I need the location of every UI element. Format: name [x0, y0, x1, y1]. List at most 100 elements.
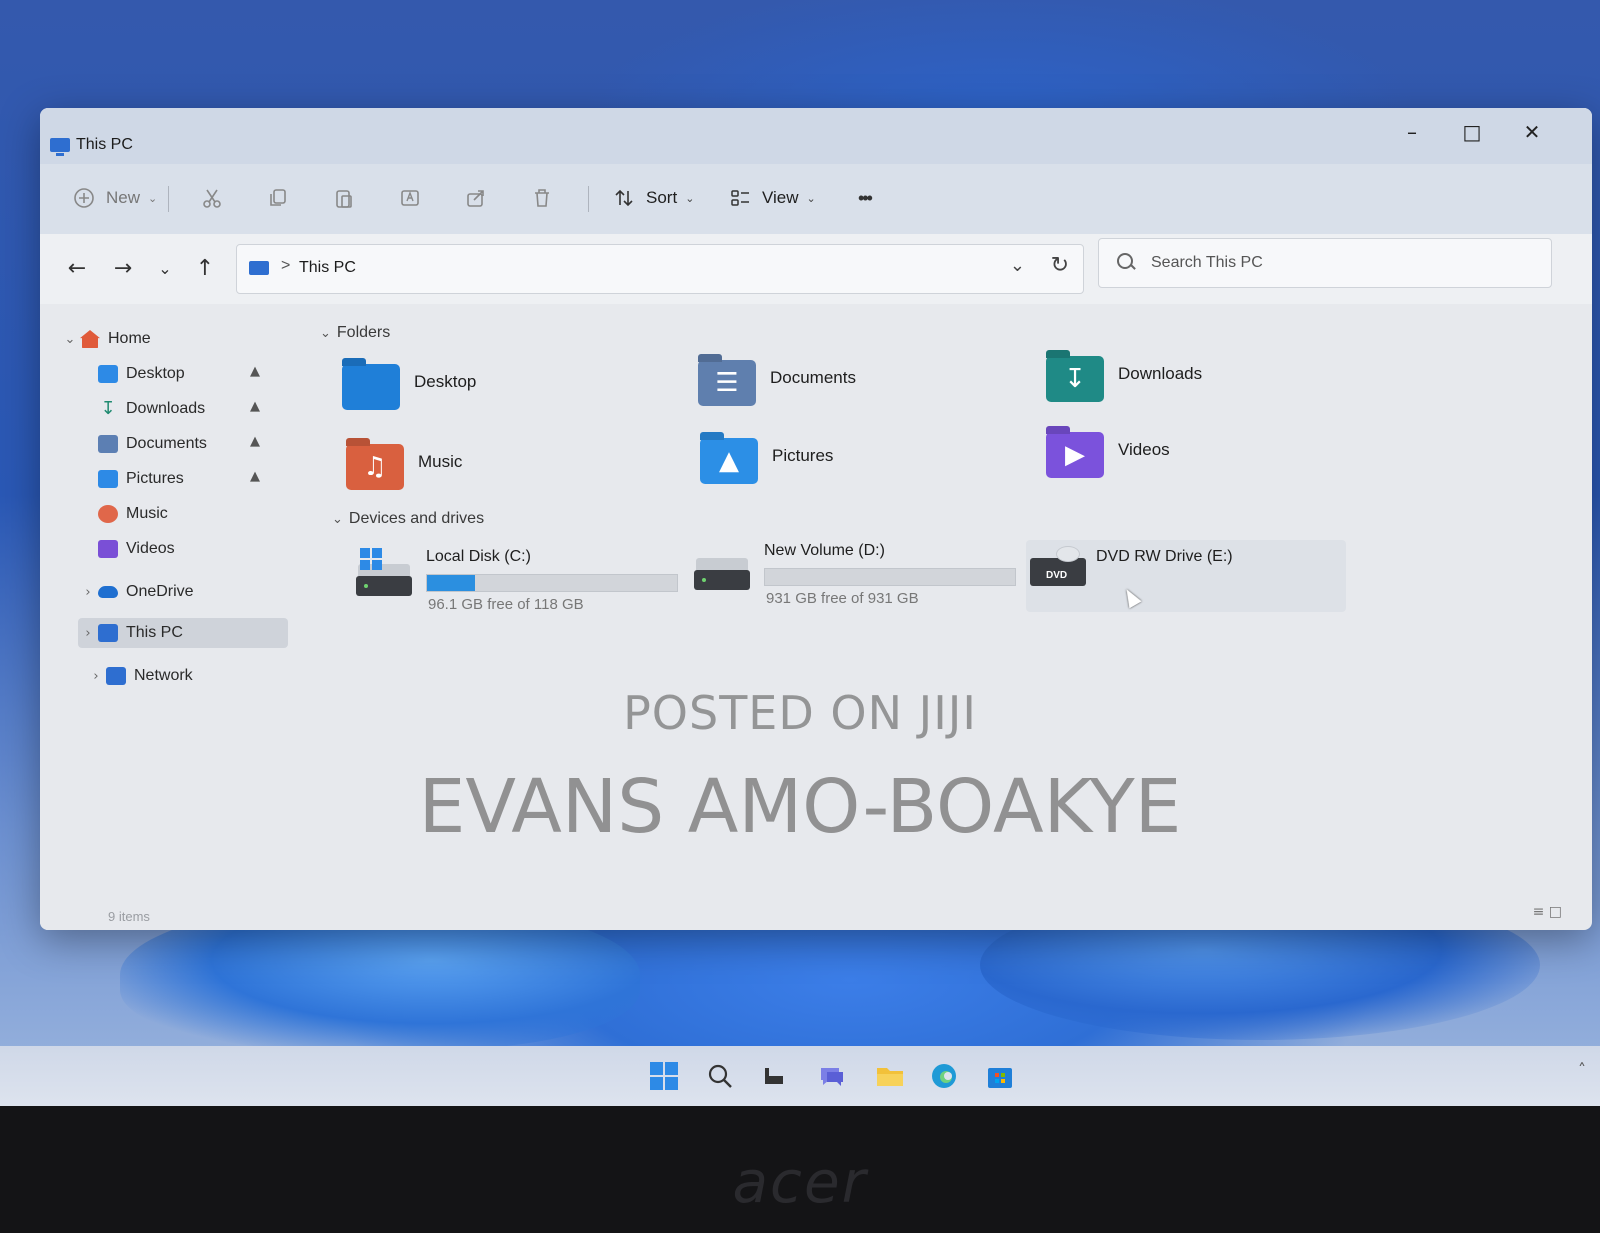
documents-folder-icon: ☰ [698, 360, 756, 406]
store-icon[interactable] [984, 1060, 1016, 1092]
system-tray-chevron-icon[interactable]: ˄ [1578, 1060, 1586, 1079]
folder-label: Documents [770, 368, 856, 387]
window-title: This PC [76, 136, 133, 153]
share-button[interactable] [462, 180, 490, 216]
folder-downloads[interactable]: ↧ Downloads [1046, 356, 1346, 418]
folder-documents[interactable]: ☰ Documents [698, 360, 998, 422]
address-dropdown-button[interactable]: ⌄ [1010, 255, 1025, 276]
sidebar-item-videos[interactable]: Videos [78, 534, 175, 564]
search-box[interactable] [1098, 238, 1552, 288]
music-folder-icon: ♫ [346, 444, 404, 490]
view-button[interactable]: View ⌄ [726, 180, 816, 216]
folder-music[interactable]: ♫ Music [346, 444, 646, 506]
folder-label: Music [418, 452, 463, 471]
navigation-bar: ← → ⌄ ↑ > This PC ⌄ ↻ [40, 234, 1592, 304]
sort-button[interactable]: Sort ⌄ [610, 180, 694, 216]
chevron-down-icon: ⌄ [806, 191, 816, 205]
start-icon[interactable] [648, 1060, 680, 1092]
back-button[interactable]: ← [62, 254, 92, 284]
sidebar-item-label: Music [126, 505, 168, 522]
downloads-folder-icon: ↧ [1046, 356, 1104, 402]
sidebar-item-documents[interactable]: Documents [78, 429, 207, 459]
chat-icon[interactable] [816, 1060, 848, 1092]
cut-button[interactable] [198, 180, 226, 216]
taskbar: ˄ [0, 1046, 1600, 1106]
sidebar-item-desktop[interactable]: Desktop [78, 359, 185, 389]
task-view-icon[interactable] [758, 1060, 790, 1092]
breadcrumb-this-pc[interactable]: This PC [299, 259, 356, 277]
sidebar-item-label: OneDrive [126, 583, 194, 600]
up-button[interactable]: ↑ [190, 254, 220, 284]
sidebar-item-label: Downloads [126, 400, 206, 417]
new-button[interactable]: New ⌄ [70, 180, 157, 216]
file-explorer-icon[interactable] [874, 1060, 906, 1092]
status-item-count: 9 items [108, 909, 150, 924]
view-toggle-buttons[interactable]: ≡ □ [1533, 904, 1562, 920]
maximize-button[interactable]: □ [1452, 116, 1492, 148]
folder-label: Pictures [772, 446, 834, 465]
chevron-down-icon: ⌄ [320, 326, 331, 341]
search-icon [1117, 253, 1133, 269]
pin-icon: ▲ [250, 469, 260, 484]
drive-usage-bar [764, 568, 1016, 586]
onedrive-icon [98, 586, 118, 598]
pictures-folder-icon: ▲ [700, 438, 758, 484]
folders-heading: Folders [336, 324, 391, 341]
chevron-down-icon: ⌄ [685, 191, 695, 205]
sort-label: Sort [646, 188, 678, 207]
more-options-button[interactable]: ••• [858, 180, 873, 216]
drive-label: Local Disk (C:) [426, 548, 531, 565]
sidebar-item-music[interactable]: Music [78, 499, 168, 529]
home-icon [80, 330, 100, 348]
drive-local-disk-c[interactable]: Local Disk (C:) 96.1 GB free of 118 GB [356, 548, 686, 618]
paste-icon [330, 184, 358, 212]
title-bar[interactable]: This PC – □ ✕ [40, 108, 1592, 164]
pin-icon: ▲ [250, 364, 260, 379]
recent-locations-button[interactable]: ⌄ [150, 254, 180, 284]
sidebar-item-home[interactable]: ⌄ Home [60, 324, 151, 354]
sidebar-item-onedrive[interactable]: › OneDrive [78, 577, 194, 607]
chevron-down-icon: ⌄ [332, 512, 343, 527]
chevron-right-icon: › [93, 668, 99, 684]
sidebar-item-downloads[interactable]: ↧ Downloads [78, 394, 205, 424]
rename-button[interactable] [396, 180, 424, 216]
sidebar-item-this-pc[interactable]: › This PC [78, 618, 288, 648]
sidebar-item-label: Videos [126, 540, 175, 557]
separator [588, 186, 589, 212]
separator [168, 186, 169, 212]
minimize-button[interactable]: – [1392, 116, 1432, 148]
edge-icon[interactable] [928, 1060, 960, 1092]
delete-icon [528, 184, 556, 212]
rename-icon [396, 184, 424, 212]
new-label: New [106, 188, 141, 207]
folder-desktop[interactable]: Desktop [342, 364, 642, 426]
address-bar[interactable]: > This PC ⌄ ↻ [236, 244, 1084, 294]
copy-button[interactable] [264, 180, 292, 216]
sidebar-item-label: Pictures [126, 470, 184, 487]
pictures-folder-icon [98, 470, 118, 488]
close-button[interactable]: ✕ [1512, 116, 1552, 148]
desktop-folder-icon [98, 365, 118, 383]
folders-section-header[interactable]: ⌄ Folders [320, 324, 390, 342]
folder-label: Downloads [1118, 364, 1203, 383]
delete-button[interactable] [528, 180, 556, 216]
folder-videos[interactable]: ▶ Videos [1046, 432, 1346, 494]
search-icon[interactable] [704, 1060, 736, 1092]
chevron-right-icon: › [85, 625, 91, 641]
search-input[interactable] [1149, 249, 1533, 277]
sidebar-item-label: Documents [126, 435, 207, 452]
drive-new-volume-d[interactable]: New Volume (D:) 931 GB free of 931 GB [694, 542, 1024, 612]
refresh-button[interactable]: ↻ [1051, 253, 1069, 278]
folder-pictures[interactable]: ▲ Pictures [700, 438, 1000, 500]
sidebar-item-pictures[interactable]: Pictures [78, 464, 184, 494]
drive-free-space: 931 GB free of 931 GB [766, 590, 919, 607]
this-pc-title-icon [50, 138, 70, 156]
folder-label: Desktop [414, 372, 477, 391]
paste-button[interactable] [330, 180, 358, 216]
devices-section-header[interactable]: ⌄ Devices and drives [332, 510, 484, 528]
view-label: View [762, 188, 799, 207]
pin-icon: ▲ [250, 399, 260, 414]
drive-dvd-rw-e[interactable]: DVD DVD RW Drive (E:) [1026, 540, 1346, 612]
watermark-line-1: POSTED ON JIJI [623, 686, 977, 740]
forward-button[interactable]: → [108, 254, 138, 284]
